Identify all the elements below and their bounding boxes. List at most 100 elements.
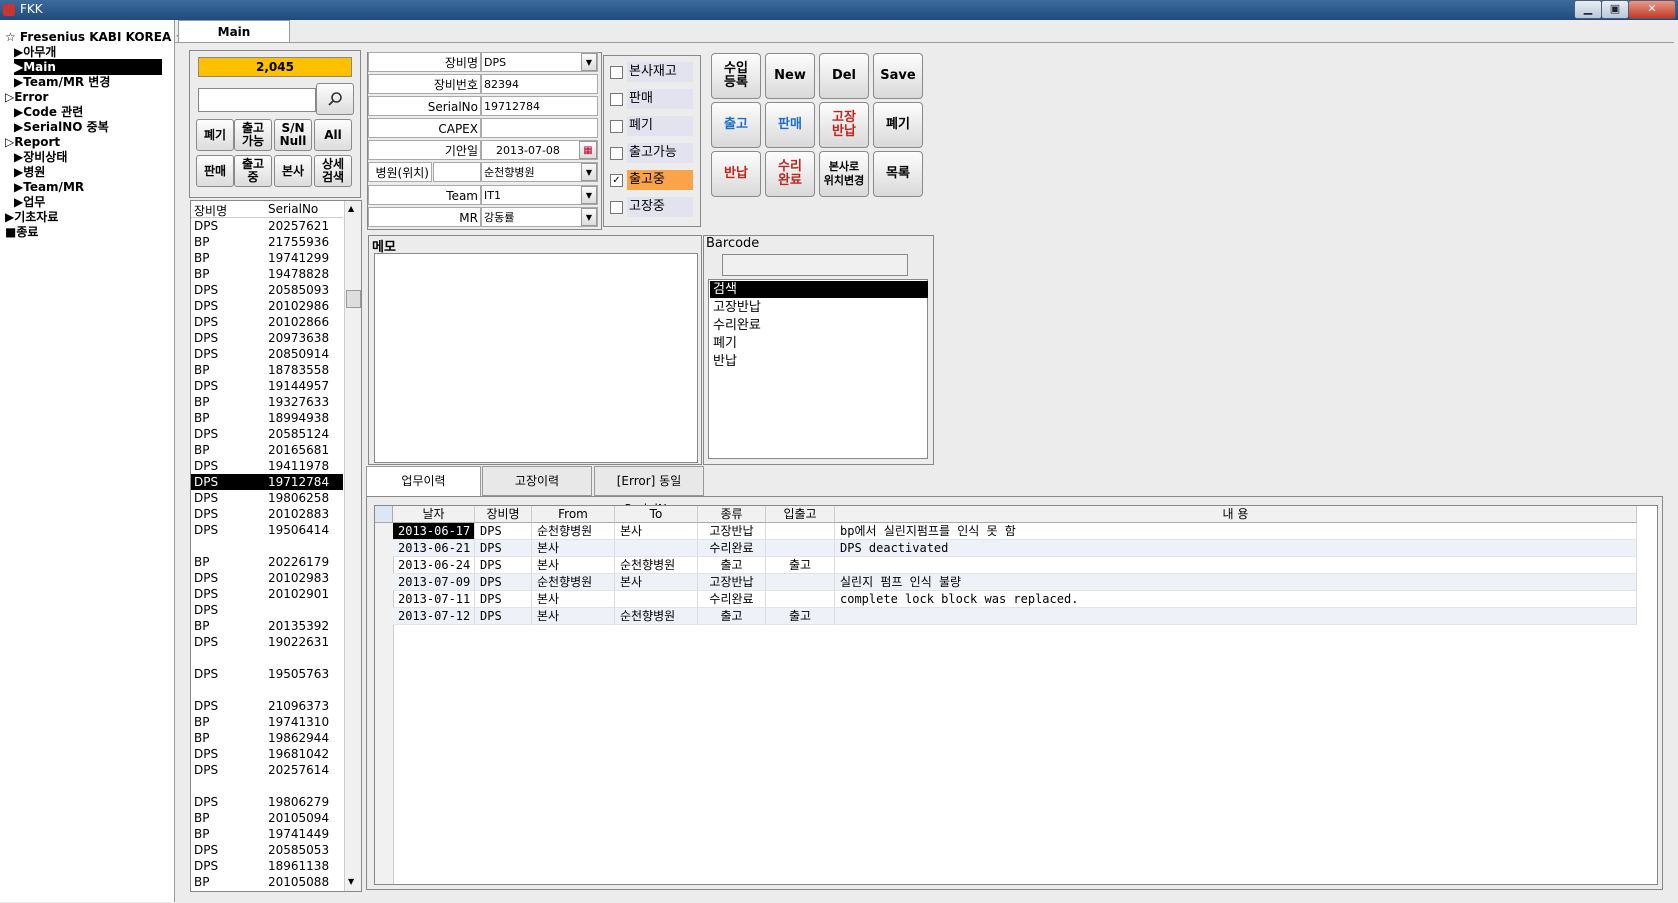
list-item[interactable]: DPS 20102983 <box>191 570 343 586</box>
grid-cell[interactable] <box>766 591 835 608</box>
history-tab-0[interactable]: 업무이력 <box>366 466 481 496</box>
nav-item-2[interactable]: ▶Main <box>14 59 162 75</box>
list-item[interactable]: DPS <box>191 602 343 618</box>
list-item[interactable]: BP 19741299 <box>191 250 343 266</box>
list-item[interactable]: BP 19862944 <box>191 730 343 746</box>
grid-cell[interactable]: 실린지 펌프 인식 불량 <box>835 574 1637 591</box>
list-item[interactable]: BP 19327633 <box>191 394 343 410</box>
grid-cell[interactable]: DPS <box>475 591 532 608</box>
list-item[interactable]: DPS 20102866 <box>191 314 343 330</box>
tab-main[interactable]: Main <box>178 20 290 43</box>
list-item[interactable]: DPS 20585124 <box>191 426 343 442</box>
list-item[interactable]: BP 19478828 <box>191 266 343 282</box>
nav-item-10[interactable]: ▶Team/MR <box>14 179 84 195</box>
grid-cell[interactable]: 출고 <box>698 608 766 625</box>
search-button[interactable] <box>316 83 354 115</box>
list-item[interactable]: DPS 20102883 <box>191 506 343 522</box>
list-item[interactable]: DPS 20102901 <box>191 586 343 602</box>
grid-cell[interactable]: 본사 <box>532 608 615 625</box>
hospital-code-field[interactable] <box>433 162 481 182</box>
grid-cell[interactable]: 수리완료 <box>698 540 766 557</box>
filter-shippable-button[interactable]: 출고 가능 <box>234 119 272 151</box>
action-save-button[interactable]: Save <box>873 53 923 99</box>
list-item[interactable]: DPS 21096373 <box>191 698 343 714</box>
grid-corner[interactable] <box>375 506 393 523</box>
grid-cell[interactable]: 2013-06-21 <box>393 540 475 557</box>
field-value-equipment-no[interactable]: 82394 <box>481 74 598 94</box>
grid-cell[interactable]: 2013-07-12 <box>393 608 475 625</box>
grid-header-2[interactable]: From <box>532 506 615 523</box>
grid-cell[interactable]: 본사 <box>615 574 698 591</box>
list-item[interactable] <box>191 778 343 794</box>
checkbox[interactable] <box>610 93 623 106</box>
list-item[interactable]: BP 19741310 <box>191 714 343 730</box>
chevron-down-icon[interactable]: ▼ <box>581 163 597 181</box>
history-tab-1[interactable]: 고장이력 <box>482 466 592 496</box>
nav-item-1[interactable]: ▶아무개 <box>14 44 56 60</box>
equipment-list[interactable]: 장비명 SerialNo DPS 20257621 BP 21755936 BP 1974… <box>190 200 362 892</box>
status-check-1[interactable]: 판매 <box>610 89 693 109</box>
nav-item-8[interactable]: ▶장비상태 <box>14 149 67 165</box>
status-check-0[interactable]: 본사재고 <box>610 62 693 82</box>
checkbox[interactable] <box>610 66 623 79</box>
list-item[interactable]: DPS 20257614 <box>191 762 343 778</box>
list-item[interactable]: BP 21755936 <box>191 234 343 250</box>
grid-cell[interactable]: 수리완료 <box>698 591 766 608</box>
barcode-item[interactable]: 폐기 <box>710 335 928 352</box>
history-tab-2[interactable]: [Error] 동일SerialNo <box>594 466 704 516</box>
action-return-button[interactable]: 반납 <box>711 151 761 197</box>
action-relocate-button[interactable]: 본사로 위치변경 <box>819 151 869 197</box>
grid-header-1[interactable]: 장비명 <box>475 506 532 523</box>
grid-cell[interactable]: 고장반납 <box>698 523 766 540</box>
action-new-button[interactable]: New <box>765 53 815 99</box>
nav-item-7[interactable]: ▷Report <box>5 134 60 150</box>
filter-disposed-button[interactable]: 폐기 <box>196 119 234 151</box>
memo-field[interactable] <box>374 253 698 463</box>
grid-cell[interactable]: complete lock block was replaced. <box>835 591 1637 608</box>
nav-item-5[interactable]: ▶Code 관련 <box>14 104 83 120</box>
action-ship-button[interactable]: 출고 <box>711 102 761 148</box>
grid-cell[interactable]: 출고 <box>698 557 766 574</box>
grid-cell[interactable]: 고장반납 <box>698 574 766 591</box>
action-repaired-button[interactable]: 수리 완료 <box>765 151 815 197</box>
scroll-down-icon[interactable]: ▼ <box>348 877 354 886</box>
nav-item-9[interactable]: ▶병원 <box>14 164 45 180</box>
list-item[interactable]: DPS 19712784 <box>191 474 343 490</box>
grid-cell[interactable]: 2013-07-11 <box>393 591 475 608</box>
grid-cell[interactable] <box>766 523 835 540</box>
checkbox[interactable] <box>610 147 623 160</box>
nav-item-12[interactable]: ▶기초자료 <box>5 209 58 225</box>
list-item[interactable]: BP 20165681 <box>191 442 343 458</box>
nav-item-13[interactable]: ■종료 <box>5 224 38 240</box>
action-dispose-button[interactable]: 폐기 <box>873 102 923 148</box>
grid-cell[interactable]: 출고 <box>766 557 835 574</box>
grid-header-0[interactable]: 날자 <box>393 506 475 523</box>
filter-all-button[interactable]: All <box>314 119 352 151</box>
barcode-item[interactable]: 검색 <box>710 281 928 298</box>
list-item[interactable]: DPS 20850914 <box>191 346 343 362</box>
search-input[interactable] <box>198 88 316 112</box>
grid-cell[interactable]: 2013-06-17 <box>393 523 475 540</box>
list-item[interactable]: DPS 19506414 <box>191 522 343 538</box>
grid-cell[interactable]: 본사 <box>615 523 698 540</box>
minimize-button[interactable]: ▁ <box>1574 0 1602 19</box>
grid-cell[interactable]: 본사 <box>532 591 615 608</box>
list-item[interactable]: BP 19741449 <box>191 826 343 842</box>
list-item[interactable]: DPS 20257621 <box>191 218 343 234</box>
grid-cell[interactable]: DPS deactivated <box>835 540 1637 557</box>
list-item[interactable]: BP 20105094 <box>191 810 343 826</box>
status-check-4[interactable]: ✓ 출고중 <box>610 170 693 190</box>
nav-item-11[interactable]: ▶업무 <box>14 194 45 210</box>
scroll-up-icon[interactable]: ▲ <box>348 204 354 213</box>
list-item[interactable]: DPS 19681042 <box>191 746 343 762</box>
grid-cell[interactable]: DPS <box>475 608 532 625</box>
barcode-item[interactable]: 반납 <box>710 353 928 370</box>
list-scrollbar[interactable]: ▲ ▼ <box>344 201 361 891</box>
list-item[interactable] <box>191 538 343 554</box>
grid-cell[interactable]: DPS <box>475 540 532 557</box>
list-item[interactable]: DPS 19022631 <box>191 634 343 650</box>
list-item[interactable]: DPS 20102986 <box>191 298 343 314</box>
list-item[interactable]: DPS 19411978 <box>191 458 343 474</box>
filter-hq-button[interactable]: 본사 <box>274 155 312 187</box>
filter-sold-button[interactable]: 판매 <box>196 155 234 187</box>
